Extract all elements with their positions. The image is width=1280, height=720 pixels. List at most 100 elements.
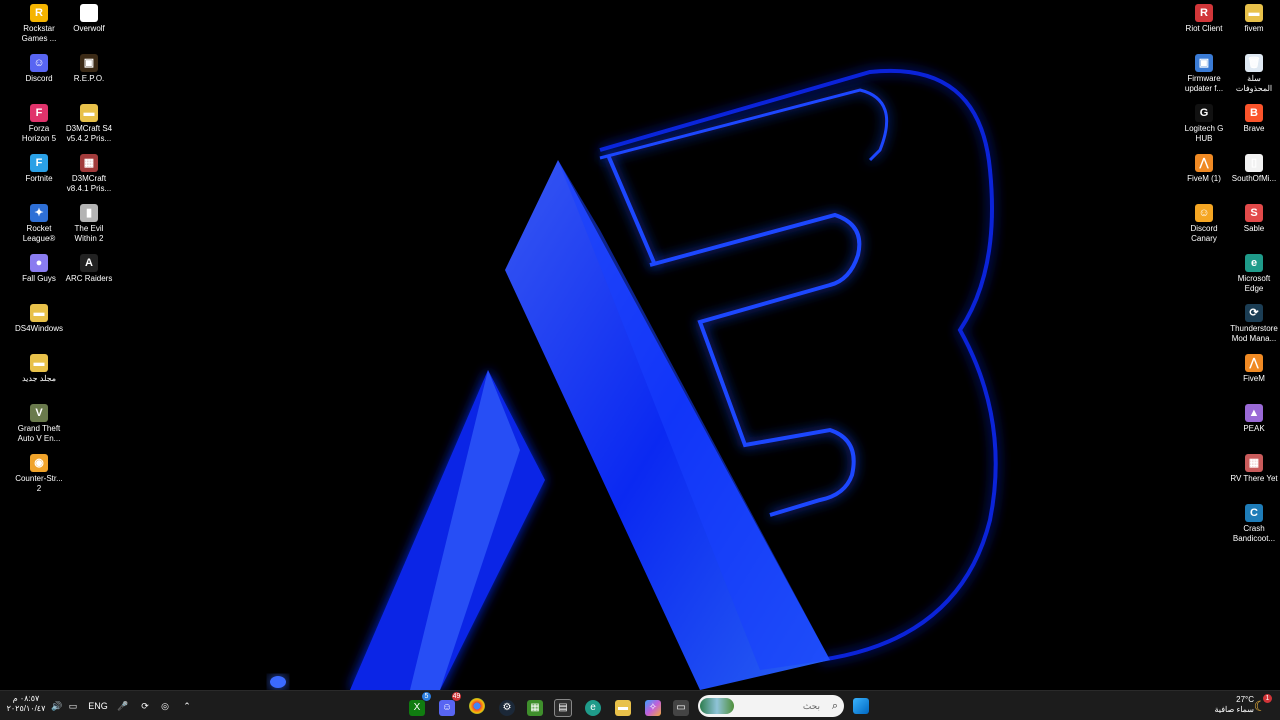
desktop-icon[interactable]: S Sable <box>1229 204 1279 252</box>
desktop-icon[interactable]: ▲ PEAK <box>1229 404 1279 452</box>
app-tray-icon[interactable]: ◎ <box>158 697 172 715</box>
desktop-icon[interactable]: F Fortnite <box>14 154 64 202</box>
desktop-icon-label: Grand Theft Auto V En... <box>17 424 61 443</box>
xbox-app-icon[interactable]: X 5 <box>406 692 431 717</box>
language-indicator[interactable]: ENG <box>86 697 110 715</box>
gta-icon: V <box>30 404 48 422</box>
logitech-icon: G <box>1195 104 1213 122</box>
xbox-badge: 5 <box>422 692 431 701</box>
microphone-icon[interactable]: 🎤 <box>116 697 130 715</box>
clock-date: ٢٠٢٥/١٠/٤٧ <box>6 704 46 713</box>
desktop-icon[interactable]: ▬ مجلد جديد <box>14 354 64 402</box>
desktop-icon[interactable]: ⋀ FiveM <box>1229 354 1279 402</box>
desktop-icon[interactable]: V Grand Theft Auto V En... <box>14 404 64 452</box>
copilot-app-icon[interactable]: ✧ <box>642 695 664 717</box>
edge-icon: e <box>1245 254 1263 272</box>
desktop-icon[interactable]: R Rockstar Games ... <box>14 4 64 52</box>
weather-badge: 1 <box>1263 694 1272 703</box>
desktop-icon-label: R.E.P.O. <box>73 74 105 83</box>
fortnite-icon: F <box>30 154 48 172</box>
minecraft-app-icon[interactable]: ▦ <box>524 695 546 717</box>
desktop-icon[interactable]: ● Fall Guys <box>14 254 64 302</box>
thunderstore-icon: ⟳ <box>1245 304 1263 322</box>
desktop-icon[interactable]: ⟳ Thunderstore Mod Mana... <box>1229 304 1279 352</box>
desktop-icon-label: The Evil Within 2 <box>74 224 104 243</box>
desktop-icon-label: D3MCraft S4 v5.4.2 Pris... <box>65 124 113 143</box>
desktop-icon[interactable]: ▣ R.E.P.O. <box>64 54 114 102</box>
desktop-icon-label: مجلد جديد <box>21 374 57 383</box>
fivem-icon: ⋀ <box>1245 354 1263 372</box>
desktop-icon[interactable]: ✦ Rocket League® <box>14 204 64 252</box>
desktop-icon[interactable]: e Microsoft Edge <box>1229 254 1279 302</box>
desktop-icon[interactable]: ▬ fivem <box>1229 4 1279 52</box>
task-view-icon[interactable]: ▭ <box>670 695 692 717</box>
search-icon: ⌕ <box>831 700 838 712</box>
brave-icon: B <box>1245 104 1263 122</box>
edge-app-icon[interactable]: e <box>582 695 604 717</box>
desktop-icon[interactable]: ▯ SouthOfMi... <box>1229 154 1279 202</box>
repo-icon: ▣ <box>80 54 98 72</box>
desktop-icon[interactable]: ▬ D3MCraft S4 v5.4.2 Pris... <box>64 104 114 152</box>
folder-icon: ▬ <box>1245 4 1263 22</box>
desktop-icon[interactable]: A ARC Raiders <box>64 254 114 302</box>
desktop-icon[interactable]: ▮ The Evil Within 2 <box>64 204 114 252</box>
desktop-icon[interactable]: ◉ Counter-Str... 2 <box>14 454 64 502</box>
discord-badge: 49 <box>452 692 461 701</box>
weather-widget[interactable]: 27°C سماء صافية <box>1198 695 1254 715</box>
desktop-icon-label: Rockstar Games ... <box>21 24 57 43</box>
d3mcraft-icon: ▦ <box>80 154 98 172</box>
weather-temp: 27°C <box>1236 695 1254 704</box>
fall-guys-icon: ● <box>30 254 48 272</box>
display-icon[interactable]: ▭ <box>66 697 80 715</box>
desktop-icon[interactable]: 🗑 سلة المحذوفات <box>1229 54 1279 102</box>
desktop-icon-label: Crash Bandicoot... <box>1232 524 1276 543</box>
desktop-icon-label: Sable <box>1243 224 1265 233</box>
overwolf-icon: ◆ <box>80 4 98 22</box>
discord-canary-icon: ☺ <box>1195 204 1213 222</box>
folder-icon: ▬ <box>30 354 48 372</box>
file-icon: ▯ <box>1245 154 1263 172</box>
desktop-icon[interactable]: G Logitech G HUB <box>1179 104 1229 152</box>
volume-icon[interactable]: 🔊 <box>50 697 64 715</box>
desktop-icon[interactable]: ⋀ FiveM (1) <box>1179 154 1229 202</box>
peak-icon: ▲ <box>1245 404 1263 422</box>
desktop-icon[interactable]: F Forza Horizon 5 <box>14 104 64 152</box>
recycle-bin-icon: 🗑 <box>1245 54 1263 72</box>
search-box[interactable]: بحث ⌕ <box>698 695 844 717</box>
start-button-windows-icon[interactable] <box>850 695 872 717</box>
desktop-icon-label: Brave <box>1243 124 1265 133</box>
clock[interactable]: ٠٨:٥٧ م ٢٠٢٥/١٠/٤٧ <box>6 694 46 714</box>
folder-icon: ▬ <box>30 304 48 322</box>
desktop-icon[interactable]: ◆ Overwolf <box>64 4 114 52</box>
forza-icon: F <box>30 104 48 122</box>
desktop-icon-label: FiveM <box>1243 374 1265 383</box>
discord-icon: ☺ <box>30 54 48 72</box>
desktop-icon[interactable]: ▬ DS4Windows <box>14 304 64 352</box>
moon-weather-icon[interactable]: ☾ 1 <box>1250 694 1272 716</box>
desktop-icon-label: ARC Raiders <box>65 274 113 283</box>
weather-desc: سماء صافية <box>1214 705 1254 714</box>
desktop-icon[interactable]: C Crash Bandicoot... <box>1229 504 1279 552</box>
clock-time: ٠٨:٥٧ م <box>12 694 40 703</box>
desktop-icon-label: Discord <box>25 74 53 83</box>
desktop-icon[interactable]: ▣ Firmware updater f... <box>1179 54 1229 102</box>
steam-app-icon[interactable]: ⚙ <box>496 695 518 717</box>
desktop-icon-label: DS4Windows <box>14 324 63 333</box>
desktop-icon-label: RV There Yet <box>1230 474 1278 483</box>
rockstar-icon: R <box>30 4 48 22</box>
store-app-icon[interactable]: ▤ <box>552 695 574 717</box>
desktop-icon-label: FiveM (1) <box>1187 174 1221 183</box>
show-hidden-icons-chevron-up-icon[interactable]: ⌃ <box>180 697 194 715</box>
file-explorer-icon[interactable]: ▬ <box>612 695 634 717</box>
desktop-icon[interactable]: ☺ Discord <box>14 54 64 102</box>
rocket-league-icon: ✦ <box>30 204 48 222</box>
desktop-icon-label: Microsoft Edge <box>1237 274 1271 293</box>
chrome-app-icon[interactable] <box>466 695 488 717</box>
discord-app-icon[interactable]: ☺ 49 <box>436 692 461 717</box>
sync-icon[interactable]: ⟳ <box>138 697 152 715</box>
desktop-icon[interactable]: ☺ Discord Canary <box>1179 204 1229 252</box>
desktop-icon[interactable]: R Riot Client <box>1179 4 1229 52</box>
desktop-icon[interactable]: ▦ RV There Yet <box>1229 454 1279 502</box>
desktop-icon[interactable]: ▦ D3MCraft v8.4.1 Pris... <box>64 154 114 202</box>
desktop-icon[interactable]: B Brave <box>1229 104 1279 152</box>
